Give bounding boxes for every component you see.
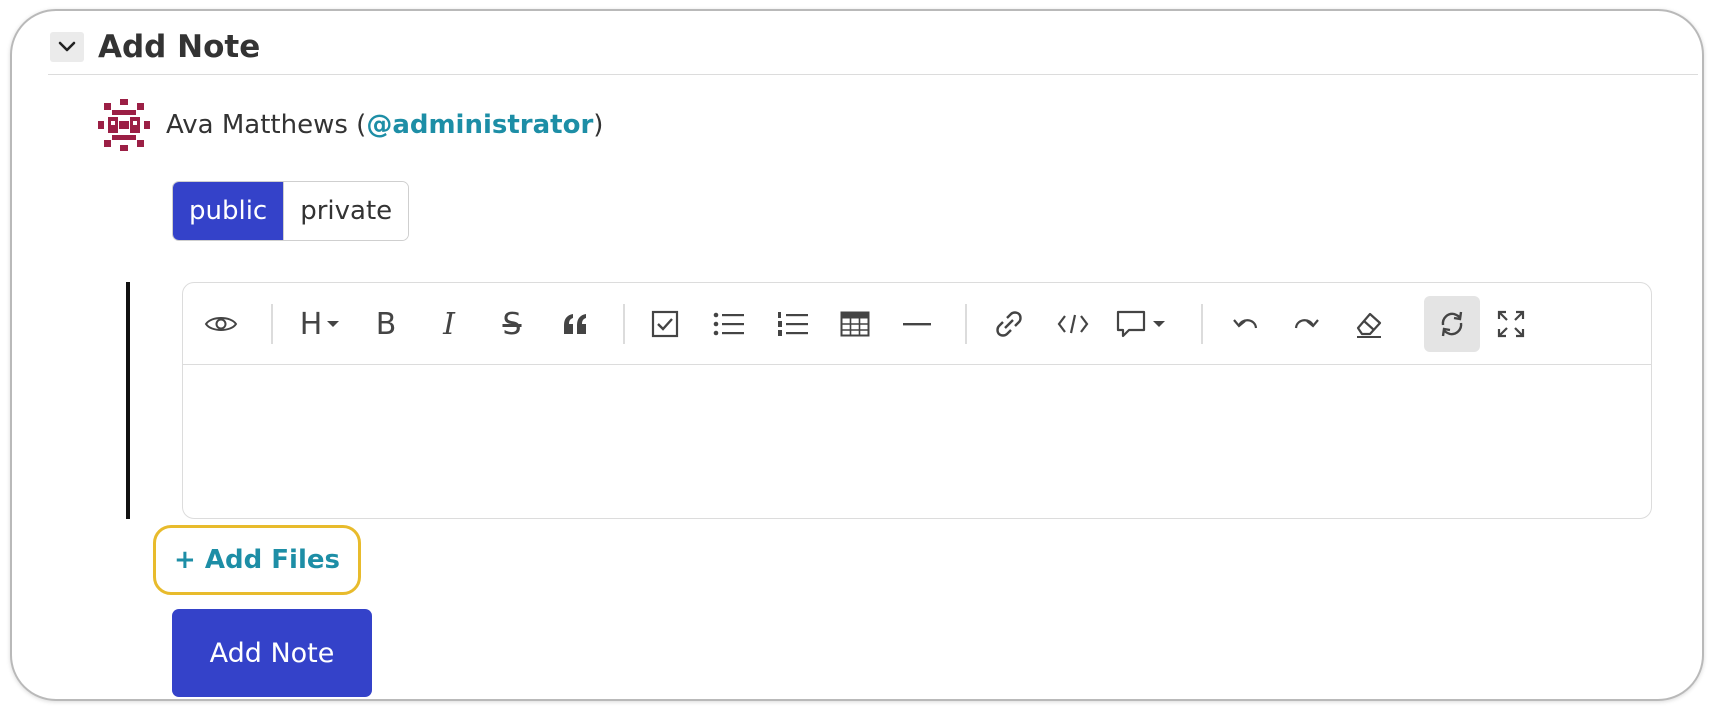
toolbar-separator (965, 304, 967, 344)
strikethrough-button[interactable]: S (494, 300, 530, 348)
toolbar-separator (1201, 304, 1203, 344)
note-body-editor[interactable] (183, 365, 1651, 518)
preview-button[interactable] (201, 300, 241, 348)
sync-icon (1441, 311, 1463, 337)
add-note-panel: Add Note Ava Matthews (@administrator) p… (10, 9, 1704, 701)
comment-icon (1116, 310, 1146, 338)
horizontal-rule-icon (903, 323, 931, 326)
bullet-list-icon (713, 312, 744, 336)
redo-button[interactable] (1287, 300, 1327, 348)
avatar (98, 99, 150, 151)
quote-button[interactable] (557, 300, 593, 348)
link-icon (996, 311, 1022, 337)
strikethrough-icon: S (502, 306, 522, 342)
section-title: Add Note (98, 29, 261, 65)
code-button[interactable] (1053, 300, 1093, 348)
collapse-toggle-button[interactable] (50, 32, 84, 62)
bold-button[interactable]: B (368, 300, 404, 348)
chevron-down-icon (58, 41, 76, 52)
fullscreen-icon (1497, 310, 1525, 338)
author-open-paren: ( (347, 110, 367, 140)
table-icon (840, 311, 870, 337)
italic-button[interactable]: I (431, 300, 467, 348)
comment-button[interactable] (1113, 300, 1169, 348)
author-row: Ava Matthews (@administrator) (96, 95, 603, 155)
link-button[interactable] (989, 300, 1029, 348)
toolbar-separator (271, 304, 273, 344)
eraser-icon (1356, 312, 1382, 338)
author-name: Ava Matthews (166, 110, 348, 140)
heading-icon: H (299, 306, 323, 342)
editor-toolbar: H B I S (183, 283, 1651, 365)
section-header: Add Note (50, 19, 1690, 75)
italic-icon: I (443, 306, 455, 342)
undo-icon (1233, 319, 1258, 329)
task-list-button[interactable] (647, 300, 683, 348)
ordered-list-icon (778, 312, 808, 336)
bullet-list-button[interactable] (709, 300, 749, 348)
markdown-editor: H B I S (182, 282, 1652, 519)
editor-focus-indicator (126, 282, 130, 519)
caret-down-icon (1153, 321, 1165, 327)
visibility-toggle: public private (172, 181, 410, 241)
header-divider (48, 74, 1698, 75)
visibility-private-button[interactable]: private (283, 182, 409, 240)
quote-icon (564, 314, 586, 334)
caret-down-icon (327, 321, 340, 327)
bold-icon: B (375, 306, 397, 342)
author-close-paren: ) (593, 110, 604, 140)
toolbar-separator (623, 304, 625, 344)
sync-scroll-button[interactable] (1424, 296, 1480, 352)
fullscreen-button[interactable] (1491, 300, 1531, 348)
heading-button[interactable]: H (295, 300, 345, 348)
eye-icon (204, 317, 238, 331)
author-handle-link[interactable]: @administrator (366, 110, 593, 140)
undo-button[interactable] (1225, 300, 1265, 348)
table-button[interactable] (835, 300, 875, 348)
clear-formatting-button[interactable] (1349, 300, 1389, 348)
code-icon (1057, 314, 1089, 334)
author-text: Ava Matthews (@administrator) (166, 110, 603, 140)
add-files-button[interactable]: + Add Files (153, 525, 361, 595)
visibility-public-button[interactable]: public (173, 182, 284, 240)
add-note-submit-button[interactable]: Add Note (172, 609, 372, 697)
ordered-list-button[interactable] (773, 300, 813, 348)
redo-icon (1294, 319, 1319, 329)
task-list-icon (651, 310, 679, 338)
horizontal-rule-button[interactable] (897, 300, 937, 348)
